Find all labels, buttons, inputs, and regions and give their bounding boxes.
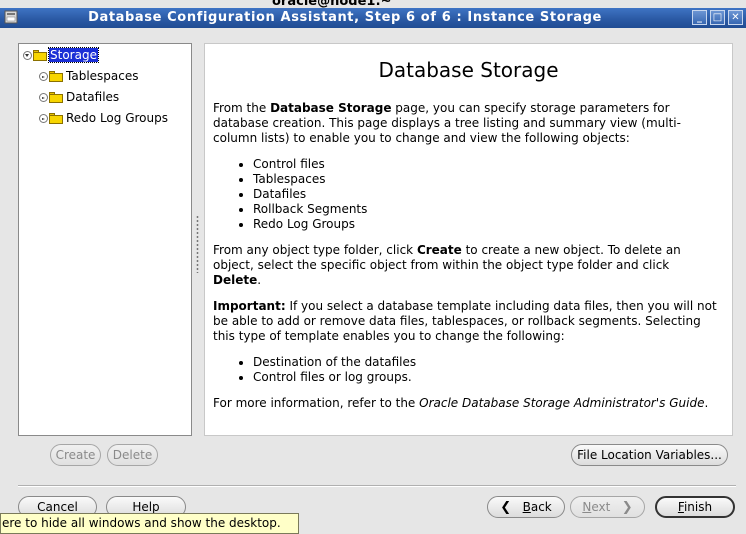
tree-label-datafiles[interactable]: Datafiles	[65, 90, 120, 104]
next-label: ext	[591, 500, 611, 514]
tree-node-datafiles[interactable]: Datafiles	[39, 89, 120, 105]
folder-icon	[49, 70, 63, 82]
back-button[interactable]: ❮ Back	[487, 496, 565, 518]
separator	[18, 485, 736, 487]
background-window-title: oracle@node1:~	[0, 0, 746, 8]
title-bar[interactable]: Database Configuration Assistant, Step 6…	[0, 8, 746, 28]
list-item: Control files or log groups.	[253, 370, 721, 385]
window-title: Database Configuration Assistant, Step 6…	[88, 10, 602, 25]
create-delete-paragraph: From any object type folder, click Creat…	[213, 243, 681, 287]
expand-icon[interactable]	[39, 113, 48, 123]
chevron-left-icon: ❮	[500, 500, 512, 515]
list-item: Destination of the datafiles	[253, 355, 721, 370]
tree-node-tablespaces[interactable]: Tablespaces	[39, 68, 140, 84]
tree-label-storage[interactable]: Storage	[48, 47, 99, 63]
changeable-list: Destination of the datafiles Control fil…	[213, 355, 721, 385]
back-label: ack	[530, 500, 552, 514]
tree-label-redo-log-groups[interactable]: Redo Log Groups	[65, 111, 169, 125]
content-heading: Database Storage	[378, 58, 559, 82]
next-mnemonic: N	[582, 500, 592, 514]
intro-paragraph: From the Database Storage page, you can …	[213, 101, 681, 145]
next-button[interactable]: Next ❯	[570, 496, 645, 518]
back-mnemonic: B	[522, 500, 531, 514]
list-item: Rollback Segments	[253, 202, 721, 217]
delete-button[interactable]: Delete	[107, 444, 158, 466]
folder-open-icon	[33, 49, 47, 61]
background-window-title-text: oracle@node1:~	[272, 0, 392, 8]
splitter-handle[interactable]	[196, 215, 199, 273]
chevron-right-icon: ❯	[621, 500, 633, 515]
objects-list: Control files Tablespaces Datafiles Roll…	[213, 157, 721, 232]
close-button[interactable]: ✕	[728, 10, 743, 25]
folder-icon	[49, 91, 63, 103]
minimize-button[interactable]: _	[692, 10, 707, 25]
create-button[interactable]: Create	[50, 444, 101, 466]
tree-label-tablespaces[interactable]: Tablespaces	[65, 69, 140, 83]
list-item: Control files	[253, 157, 721, 172]
desktop-tooltip: ere to hide all windows and show the des…	[0, 513, 299, 534]
file-location-variables-button[interactable]: File Location Variables...	[571, 444, 728, 466]
list-item: Tablespaces	[253, 172, 721, 187]
content-text: From the Database Storage page, you can …	[213, 101, 721, 422]
finish-label: inish	[683, 500, 713, 514]
more-info-paragraph: For more information, refer to the Oracl…	[213, 396, 709, 410]
help-content-panel: Database Storage From the Database Stora…	[204, 43, 733, 436]
folder-icon	[49, 112, 63, 124]
list-item: Datafiles	[253, 187, 721, 202]
list-item: Redo Log Groups	[253, 217, 721, 232]
tree-node-redo-log-groups[interactable]: Redo Log Groups	[39, 110, 169, 126]
collapse-icon[interactable]	[23, 50, 32, 60]
tree-node-storage[interactable]: Storage	[23, 47, 99, 63]
expand-icon[interactable]	[39, 71, 48, 81]
maximize-button[interactable]: □	[710, 10, 725, 25]
important-paragraph: Important: If you select a database temp…	[213, 299, 717, 343]
finish-button[interactable]: Finish	[655, 496, 735, 518]
expand-icon[interactable]	[39, 92, 48, 102]
storage-tree[interactable]: Storage Tablespaces Datafiles Redo Log G…	[18, 43, 192, 436]
